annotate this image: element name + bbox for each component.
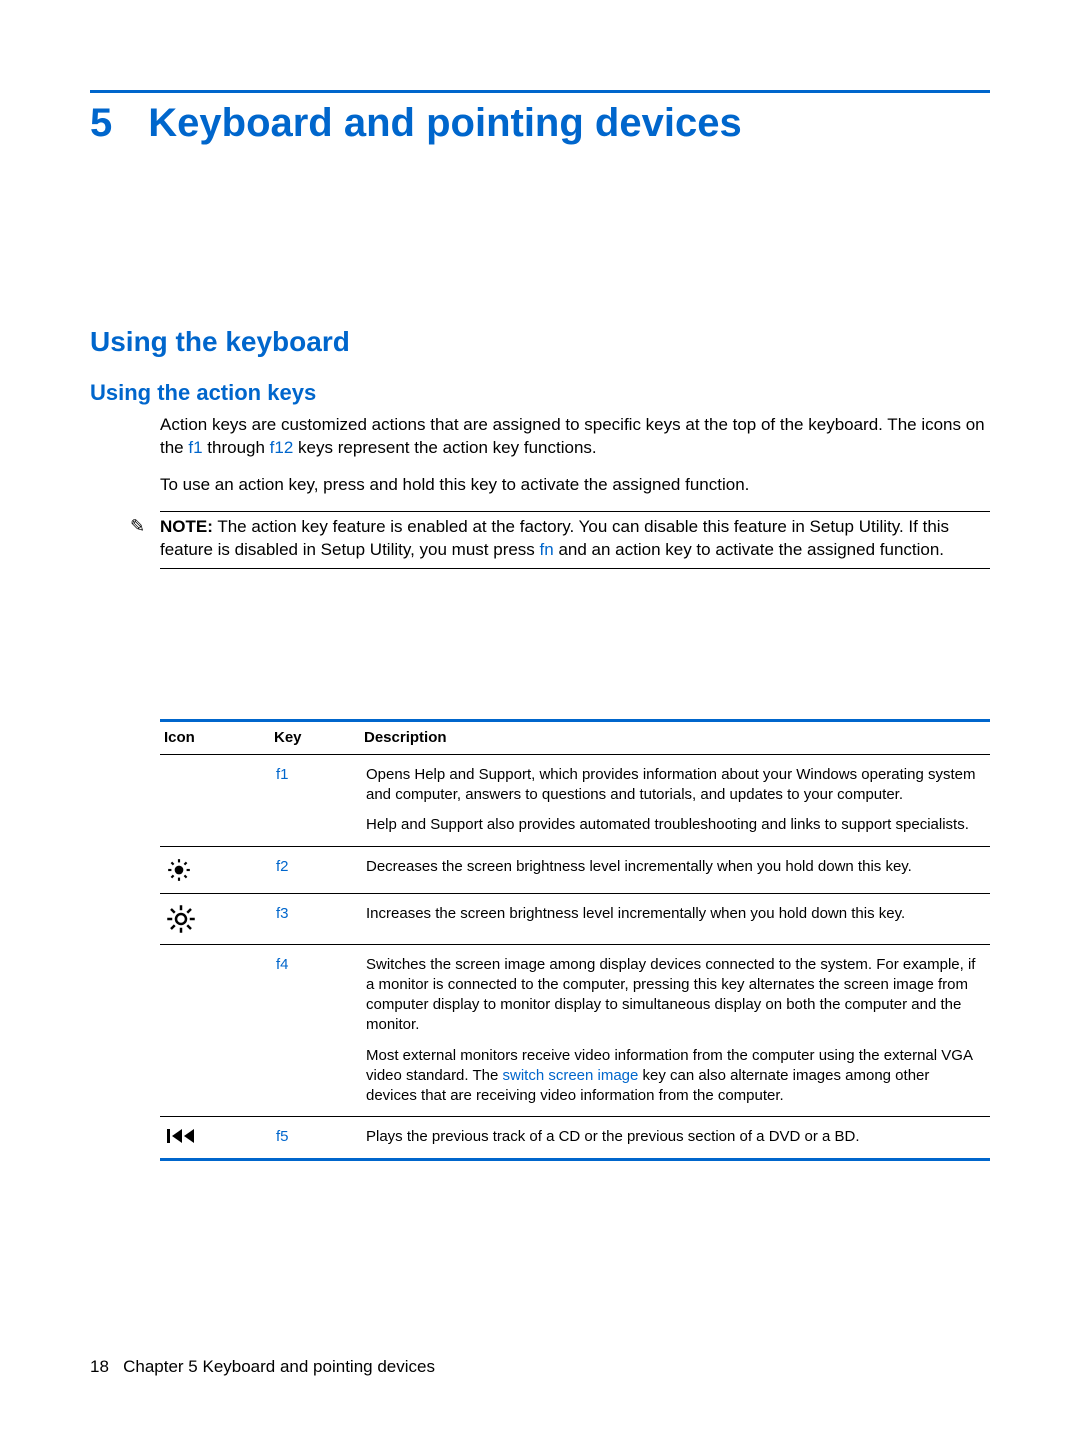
switch-screen-key: switch screen image [502, 1067, 638, 1084]
paragraph: To use an action key, press and hold thi… [160, 474, 990, 497]
th-desc: Description [360, 720, 990, 754]
desc-cell: Switches the screen image among display … [360, 944, 990, 1117]
note-icon: ✎ [130, 514, 145, 538]
body-text: Action keys are customized actions that … [160, 414, 990, 1161]
desc-cell: Opens Help and Support, which provides i… [360, 754, 990, 846]
table-row: f1 Opens Help and Support, which provide… [160, 754, 990, 846]
section-heading: Using the keyboard [90, 326, 990, 358]
paragraph: Action keys are customized actions that … [160, 414, 990, 460]
chapter-number: 5 [90, 101, 112, 146]
table-row: f3 Increases the screen brightness level… [160, 893, 990, 944]
chapter-title: Keyboard and pointing devices [148, 101, 741, 146]
table-row: f5 Plays the previous track of a CD or t… [160, 1117, 990, 1159]
key-f1: f1 [188, 438, 202, 457]
key-cell: f2 [270, 846, 360, 893]
desc-cell: Increases the screen brightness level in… [360, 893, 990, 944]
page-footer: 18 Chapter 5 Keyboard and pointing devic… [90, 1357, 435, 1377]
desc-cell: Decreases the screen brightness level in… [360, 846, 990, 893]
key-cell: f5 [270, 1117, 360, 1159]
table-row: f4 Switches the screen image among displ… [160, 944, 990, 1117]
note-block: ✎ NOTE: The action key feature is enable… [160, 511, 990, 569]
subsection-heading: Using the action keys [90, 380, 990, 406]
desc-cell: Plays the previous track of a CD or the … [360, 1117, 990, 1159]
note-label: NOTE: [160, 517, 213, 536]
footer-label: Chapter 5 Keyboard and pointing devices [123, 1357, 435, 1376]
th-key: Key [270, 720, 360, 754]
icon-cell [160, 944, 270, 1117]
brightness-down-icon [160, 846, 270, 893]
action-keys-table: Icon Key Description f1 Opens Help and S… [160, 719, 990, 1161]
chapter-heading: 5 Keyboard and pointing devices [90, 101, 990, 146]
previous-track-icon [160, 1117, 270, 1159]
icon-cell [160, 754, 270, 846]
brightness-up-icon [160, 893, 270, 944]
header-rule [90, 90, 990, 93]
key-f12: f12 [270, 438, 294, 457]
th-icon: Icon [160, 720, 270, 754]
table-row: f2 Decreases the screen brightness level… [160, 846, 990, 893]
key-fn: fn [540, 540, 554, 559]
key-cell: f4 [270, 944, 360, 1117]
page-number: 18 [90, 1357, 109, 1376]
key-cell: f3 [270, 893, 360, 944]
key-cell: f1 [270, 754, 360, 846]
